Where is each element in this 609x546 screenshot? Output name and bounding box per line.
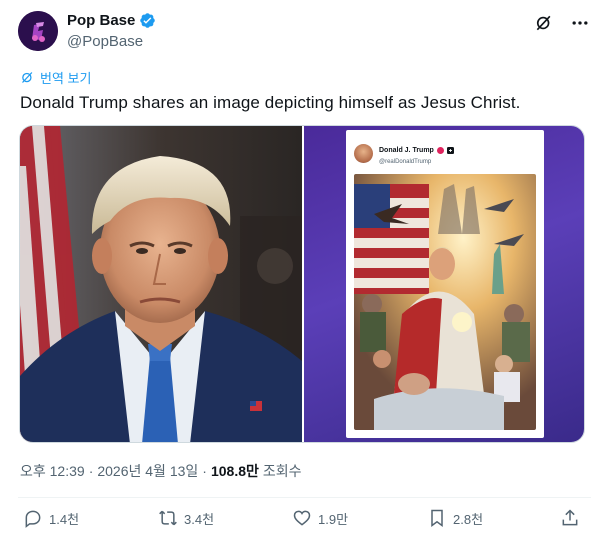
repost-count: 3.4천 bbox=[184, 511, 215, 527]
repost-icon bbox=[159, 510, 177, 526]
like-icon bbox=[293, 510, 311, 526]
grok-icon[interactable] bbox=[533, 12, 555, 34]
embedded-post-name: Donald J. Trump bbox=[379, 146, 434, 154]
media-photo-portrait[interactable] bbox=[20, 126, 302, 442]
tweet-time[interactable]: 오후 12:39 bbox=[20, 461, 85, 481]
embedded-post-painting bbox=[354, 174, 536, 430]
share-button[interactable] bbox=[560, 508, 580, 528]
media-screenshot[interactable]: Donald J. Trump @realDonaldTrump bbox=[304, 126, 584, 442]
embedded-post-header: Donald J. Trump @realDonaldTrump bbox=[354, 141, 454, 165]
translate-label[interactable]: 번역 보기 bbox=[40, 68, 91, 87]
tweet: Pop Base @PopBase 번역 보기 Donald Trump sha… bbox=[0, 0, 609, 546]
reply-button[interactable]: 1.4천 bbox=[23, 508, 79, 528]
reply-icon bbox=[25, 510, 41, 528]
meta-separator-2: · bbox=[202, 463, 207, 479]
embedded-post-avatar bbox=[354, 143, 373, 163]
author-display-name[interactable]: Pop Base bbox=[67, 12, 135, 29]
bookmark-button[interactable]: 2.8천 bbox=[427, 508, 483, 528]
bookmark-count: 2.8천 bbox=[453, 511, 484, 527]
embedded-post-handle: @realDonaldTrump bbox=[379, 159, 432, 165]
author-avatar[interactable] bbox=[18, 11, 58, 51]
like-button[interactable]: 1.9만 bbox=[292, 508, 348, 528]
meta-separator: · bbox=[88, 463, 94, 479]
share-icon bbox=[562, 509, 578, 526]
tweet-timestamp-row: 오후 12:39 · 2026년 4월 13일 · 108.8만 조회수 bbox=[20, 461, 302, 481]
like-count: 1.9만 bbox=[318, 511, 349, 527]
divider bbox=[18, 497, 591, 498]
views-label: 조회수 bbox=[262, 463, 302, 479]
verified-badge-icon bbox=[436, 141, 444, 159]
translate-link[interactable]: 번역 보기 bbox=[20, 68, 91, 87]
translate-icon bbox=[22, 72, 33, 83]
reply-count: 1.4천 bbox=[49, 511, 80, 527]
bookmark-icon bbox=[431, 509, 443, 527]
more-icon[interactable] bbox=[569, 12, 591, 34]
author-handle[interactable]: @PopBase bbox=[67, 33, 143, 50]
affiliation-badge-icon bbox=[446, 141, 454, 159]
views-count: 108.8만 bbox=[210, 463, 259, 479]
author-name-row: Pop Base bbox=[67, 12, 156, 29]
repost-button[interactable]: 3.4천 bbox=[158, 508, 214, 528]
tweet-actions-bar: 1.4천 3.4천 1.9만 2.8천 bbox=[0, 508, 609, 538]
tweet-date[interactable]: 2026년 4월 13일 bbox=[97, 461, 198, 481]
tweet-text: Donald Trump shares an image depicting h… bbox=[20, 93, 521, 112]
embedded-post-card: Donald J. Trump @realDonaldTrump bbox=[346, 130, 544, 438]
tweet-top-actions bbox=[533, 12, 591, 34]
verified-badge-icon bbox=[139, 12, 156, 29]
tweet-media[interactable]: Donald J. Trump @realDonaldTrump bbox=[19, 125, 585, 443]
